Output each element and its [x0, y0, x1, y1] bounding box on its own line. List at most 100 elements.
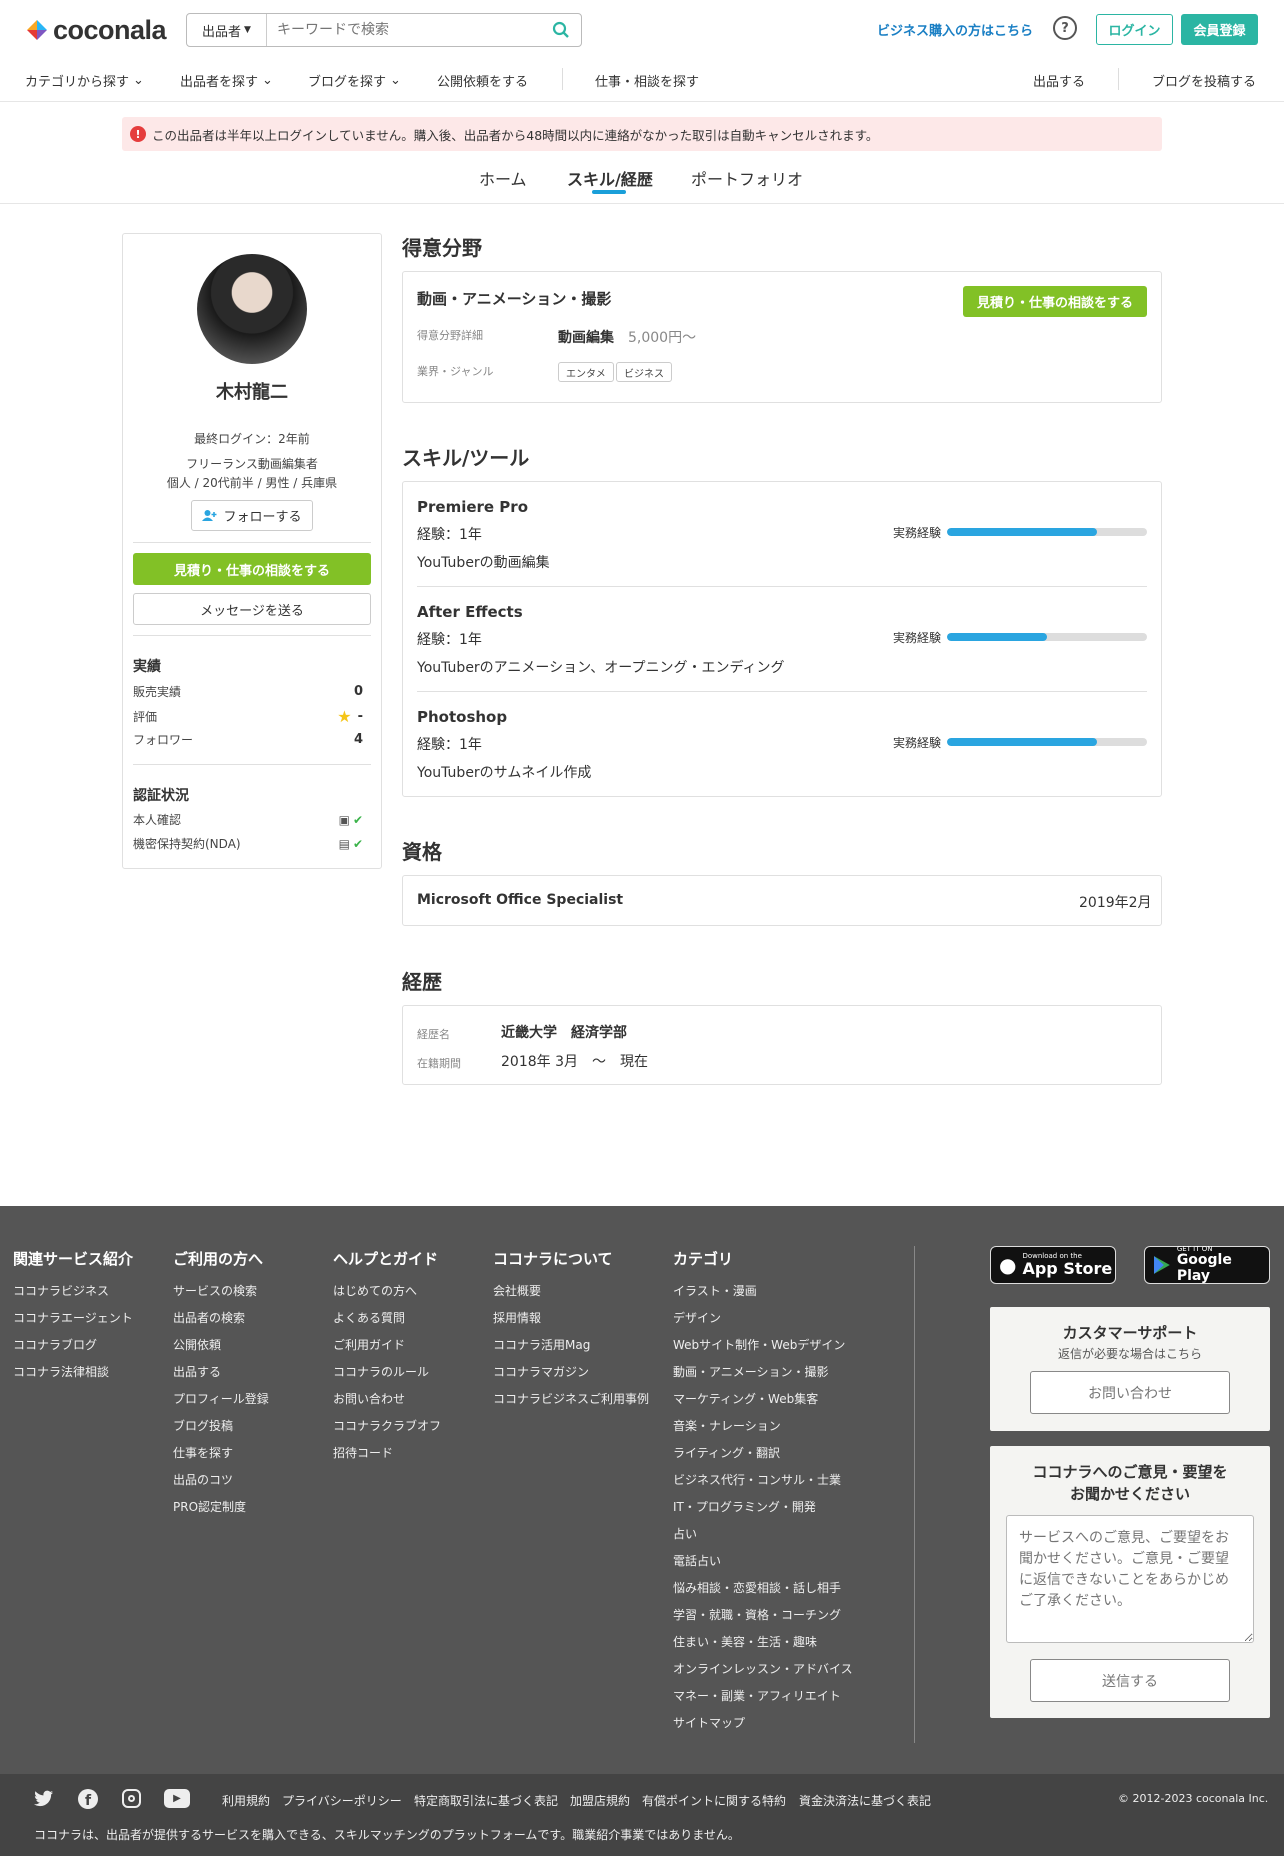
footer-link[interactable]: ココナラクラブオフ: [333, 1417, 441, 1434]
footer-link[interactable]: 電話占い: [673, 1552, 721, 1569]
footer-link[interactable]: デザイン: [673, 1309, 721, 1326]
help-icon[interactable]: ?: [1053, 16, 1077, 40]
footer-link[interactable]: PRO認定制度: [173, 1498, 246, 1515]
verify-label: 本人確認: [133, 813, 182, 827]
legal-link[interactable]: 加盟店規約: [570, 1792, 630, 1809]
footer-link[interactable]: 招待コード: [333, 1444, 393, 1461]
chevron-down-icon: ⌄: [133, 73, 144, 88]
nav-public-request[interactable]: 公開依頼をする: [437, 71, 528, 90]
legal-link[interactable]: プライバシーポリシー: [282, 1792, 402, 1809]
legal-link[interactable]: 特定商取引法に基づく表記: [414, 1792, 558, 1809]
signup-button[interactable]: 会員登録: [1181, 14, 1258, 45]
contact-button[interactable]: お問い合わせ: [1030, 1371, 1230, 1414]
legal-link[interactable]: 有償ポイントに関する特約: [642, 1792, 786, 1809]
verify-label: 機密保持契約(NDA): [133, 837, 241, 851]
footer-link[interactable]: はじめての方へ: [333, 1282, 417, 1299]
footer-link[interactable]: ココナラのルール: [333, 1363, 429, 1380]
footer-link[interactable]: ブログ投稿: [173, 1417, 233, 1434]
coconala-logo[interactable]: coconala: [25, 15, 167, 45]
footer-link[interactable]: イラスト・漫画: [673, 1282, 757, 1299]
consult-button[interactable]: 見積り・仕事の相談をする: [133, 553, 371, 585]
instagram-icon[interactable]: [122, 1789, 141, 1808]
business-link[interactable]: ビジネス購入の方はこちら: [877, 20, 1033, 39]
footer-link[interactable]: 公開依頼: [173, 1336, 221, 1353]
footer-link[interactable]: ココナラブログ: [13, 1336, 97, 1353]
footer-link[interactable]: ココナラビジネスご利用事例: [493, 1390, 649, 1407]
nav-post-blog-label: ブログを投稿する: [1152, 75, 1257, 90]
google-play-badge[interactable]: GET IT ON Google Play: [1144, 1246, 1270, 1284]
nav-sellers[interactable]: 出品者を探す ⌄: [180, 71, 273, 90]
footer-link[interactable]: オンラインレッスン・アドバイス: [673, 1660, 853, 1677]
genre-tag: エンタメ: [558, 362, 614, 382]
footer-note: ココナラは、出品者が提供するサービスを購入できる、スキルマッチングのプラットフォ…: [34, 1828, 740, 1842]
twitter-icon[interactable]: [34, 1790, 54, 1812]
message-button[interactable]: メッセージを送る: [133, 593, 371, 625]
stat-value: -: [357, 709, 363, 724]
tab-home[interactable]: ホーム: [479, 166, 527, 190]
legal-link[interactable]: 利用規約: [222, 1792, 270, 1809]
footer-link[interactable]: IT・プログラミング・開発: [673, 1498, 816, 1515]
tab-portfolio[interactable]: ポートフォリオ: [691, 166, 803, 190]
support-title: カスタマーサポート: [1062, 1324, 1198, 1342]
footer-link[interactable]: 悩み相談・恋愛相談・話し相手: [673, 1579, 841, 1596]
tab-skills[interactable]: スキル/経歴: [567, 166, 653, 190]
verify-identity: 本人確認 ▣ ✔: [133, 811, 363, 828]
feedback-submit-button[interactable]: 送信する: [1030, 1659, 1230, 1702]
footer-link[interactable]: ご利用ガイド: [333, 1336, 405, 1353]
footer-link[interactable]: 出品する: [173, 1363, 221, 1380]
search-input[interactable]: [267, 14, 541, 46]
footer-link[interactable]: ココナラビジネス: [13, 1282, 109, 1299]
footer-link[interactable]: Webサイト制作・Webデザイン: [673, 1336, 845, 1353]
footer-link[interactable]: お問い合わせ: [333, 1390, 405, 1407]
footer-link[interactable]: サイトマップ: [673, 1714, 745, 1731]
footer-link[interactable]: サービスの検索: [173, 1282, 257, 1299]
footer-link[interactable]: 採用情報: [493, 1309, 541, 1326]
copyright: © 2012-2023 coconala Inc.: [1118, 1792, 1269, 1805]
footer-link[interactable]: 仕事を探す: [173, 1444, 233, 1461]
stat-label: 評価: [133, 710, 158, 724]
nav-sell[interactable]: 出品する: [1033, 71, 1085, 90]
footer-link[interactable]: ココナラ法律相談: [13, 1363, 109, 1380]
footer-link[interactable]: マネー・副業・アフィリエイト: [673, 1687, 841, 1704]
divider: [133, 635, 371, 636]
specialty-price: 5,000円〜: [628, 330, 697, 346]
footer-link[interactable]: 住まい・美容・生活・趣味: [673, 1633, 817, 1650]
support-subtitle: 返信が必要な場合はこちら: [1057, 1347, 1202, 1361]
nav-post-blog[interactable]: ブログを投稿する: [1152, 71, 1256, 90]
nav-find-work[interactable]: 仕事・相談を探す: [595, 71, 699, 90]
footer-link[interactable]: ライティング・翻訳: [673, 1444, 780, 1461]
footer-link[interactable]: 学習・就職・資格・コーチング: [673, 1606, 841, 1623]
search-button[interactable]: [541, 21, 581, 39]
footer-link[interactable]: 動画・アニメーション・撮影: [673, 1363, 829, 1380]
footer-link[interactable]: 会社概要: [493, 1282, 541, 1299]
footer-link[interactable]: 出品のコツ: [173, 1471, 233, 1488]
follow-button[interactable]: フォローする: [191, 500, 313, 531]
footer-link[interactable]: マーケティング・Web集客: [673, 1390, 818, 1407]
career-box: [402, 1005, 1162, 1085]
nav-blogs[interactable]: ブログを探す ⌄: [308, 71, 401, 90]
footer-link[interactable]: ココナラエージェント: [13, 1309, 133, 1326]
feedback-textarea[interactable]: [1006, 1515, 1254, 1643]
footer-link[interactable]: ココナラ活用Mag: [493, 1336, 590, 1353]
career-heading: 経歴: [402, 970, 442, 994]
footer-link[interactable]: よくある質問: [333, 1309, 405, 1326]
skill-description: YouTuberの動画編集: [417, 555, 550, 571]
youtube-icon[interactable]: ▶: [164, 1789, 190, 1808]
footer-link[interactable]: 音楽・ナレーション: [673, 1417, 781, 1434]
skills-heading: スキル/ツール: [402, 446, 530, 470]
specialty-consult-button[interactable]: 見積り・仕事の相談をする: [963, 286, 1147, 317]
inactive-alert: ! この出品者は半年以上ログインしていません。購入後、出品者から48時間以内に連…: [122, 117, 1162, 151]
profile-title: フリーランス動画編集者: [186, 457, 318, 471]
app-store-badge[interactable]: ● Download on the App Store: [990, 1246, 1116, 1284]
footer-link[interactable]: ビジネス代行・コンサル・士業: [673, 1471, 841, 1488]
facebook-icon[interactable]: f: [78, 1789, 98, 1809]
footer-link[interactable]: プロフィール登録: [173, 1390, 269, 1407]
legal-link[interactable]: 資金決済法に基づく表記: [799, 1792, 931, 1809]
nav-category[interactable]: カテゴリから探す ⌄: [25, 71, 144, 90]
footer-link[interactable]: 出品者の検索: [173, 1309, 245, 1326]
search-type-select[interactable]: 出品者 ▼: [187, 14, 267, 46]
footer-link[interactable]: 占い: [673, 1525, 697, 1542]
last-login: 最終ログイン：2年前: [194, 432, 310, 446]
footer-link[interactable]: ココナラマガジン: [493, 1363, 589, 1380]
login-button[interactable]: ログイン: [1096, 14, 1173, 45]
